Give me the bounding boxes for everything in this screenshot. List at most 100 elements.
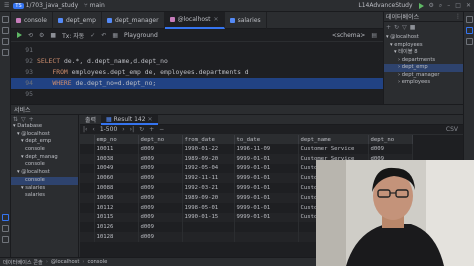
tab-result[interactable]: ▦ Result 142 ✕	[101, 114, 158, 125]
refresh-icon[interactable]: ↻	[394, 24, 399, 31]
table-cell[interactable]	[182, 232, 235, 242]
add-service-icon[interactable]: +	[29, 116, 34, 123]
commit-tool-icon[interactable]	[2, 27, 9, 34]
table-cell[interactable]: 10126	[94, 222, 139, 233]
table-cell[interactable]: 10128	[94, 232, 139, 242]
table-cell[interactable]: 10112	[94, 202, 139, 213]
table-cell[interactable]: d009	[138, 173, 183, 184]
ai-assistant-icon[interactable]	[466, 38, 473, 45]
service-node[interactable]: ▾ dept_emp	[11, 138, 78, 146]
table-cell[interactable]: 10115	[94, 212, 139, 223]
close-tab-icon[interactable]: ✕	[147, 116, 152, 123]
tab-localhost[interactable]: @localhost ✕	[164, 11, 225, 29]
status-session[interactable]: console	[87, 259, 107, 265]
stop-icon[interactable]: ■	[410, 24, 416, 31]
table-cell[interactable]: 1996-11-09	[234, 144, 299, 154]
tree-node-table[interactable]: › departments	[384, 57, 463, 65]
console-selector-icon[interactable]: ▤	[371, 32, 377, 39]
run-config-selector[interactable]: L14AdvanceStudy	[358, 2, 412, 9]
table-cell[interactable]: 10038	[94, 153, 139, 164]
table-cell[interactable]: 9999-01-01	[234, 202, 299, 213]
table-cell[interactable]: 1990-01-15	[182, 212, 235, 223]
expand-icon[interactable]: ⇅	[13, 116, 18, 123]
table-cell[interactable]: Customer Service	[298, 144, 369, 154]
export-format-dropdown[interactable]: CSV	[446, 126, 458, 133]
close-icon[interactable]: ✕	[466, 2, 471, 9]
table-cell[interactable]: 10060	[94, 173, 139, 184]
status-datasource[interactable]: @localhost	[51, 259, 79, 265]
table-cell[interactable]: d009	[138, 144, 183, 154]
table-cell[interactable]: 1989-09-20	[182, 192, 235, 203]
playground-dropdown[interactable]: Playground	[124, 32, 158, 39]
next-page-icon[interactable]: ›	[122, 126, 124, 133]
tab-console[interactable]: console	[11, 11, 53, 29]
schema-dropdown[interactable]: <schema>	[332, 32, 366, 39]
execute-icon[interactable]	[17, 32, 22, 38]
table-cell[interactable]: 9999-01-01	[234, 212, 299, 223]
tab-output[interactable]: 출력	[80, 115, 101, 124]
service-node[interactable]: ▾ @localhost	[11, 131, 78, 139]
services-tool-icon[interactable]	[2, 214, 9, 221]
menu-icon[interactable]: ☰	[4, 2, 9, 9]
table-cell[interactable]: d009	[138, 153, 183, 164]
table-cell[interactable]: 10088	[94, 183, 139, 193]
history-icon[interactable]: ⟲	[28, 32, 33, 39]
table-cell[interactable]: 9999-01-01	[234, 153, 299, 164]
problems-tool-icon[interactable]	[2, 236, 9, 243]
tree-node-tables[interactable]: ▾ 테이블 8	[384, 49, 463, 57]
service-node[interactable]: ▾ Database	[11, 123, 78, 131]
notifications-icon[interactable]	[466, 16, 473, 23]
table-cell[interactable]: d009	[138, 222, 183, 233]
table-cell[interactable]: 1992-03-21	[182, 183, 235, 193]
column-header[interactable]: dept_name	[298, 135, 369, 144]
table-cell[interactable]: d009	[138, 232, 183, 242]
table-cell[interactable]: 10011	[94, 144, 139, 154]
tab-salaries[interactable]: salaries	[225, 11, 267, 29]
rollback-icon[interactable]: ↶	[101, 32, 106, 39]
service-node[interactable]: ▾ dept_manag	[11, 154, 78, 162]
check-icon[interactable]: ✓	[90, 32, 95, 39]
table-cell[interactable]: 9999-01-01	[234, 163, 299, 174]
table-cell[interactable]: d009	[138, 163, 183, 174]
pin-icon[interactable]: ▦	[112, 32, 118, 39]
table-row[interactable]: 10011 d009 1990-01-22 1996-11-09 Customer Se…	[80, 144, 413, 154]
more-options-icon[interactable]: ⋮	[455, 13, 461, 20]
add-row-icon[interactable]: +	[149, 126, 154, 133]
column-header[interactable]: to_date	[234, 135, 299, 144]
database-tool-icon[interactable]	[466, 27, 473, 34]
run-icon[interactable]	[418, 2, 424, 9]
status-console[interactable]: 데이터베이스 콘솔	[3, 259, 43, 266]
table-cell[interactable]: 1989-09-20	[182, 153, 235, 164]
settings-icon[interactable]: ⚙	[39, 32, 44, 39]
more-tools-icon[interactable]	[2, 49, 9, 56]
first-page-icon[interactable]: |‹	[83, 126, 87, 133]
table-cell[interactable]: d009	[138, 192, 183, 203]
minimize-icon[interactable]: –	[447, 2, 450, 9]
tree-node-table[interactable]: › dept_manager	[384, 72, 463, 80]
table-cell[interactable]: 9999-01-01	[234, 183, 299, 193]
search-icon[interactable]: ⌕	[439, 2, 442, 10]
column-header[interactable]: emp_no	[94, 135, 139, 144]
table-cell[interactable]: 1998-05-01	[182, 202, 235, 213]
tree-node-table-selected[interactable]: › dept_emp	[384, 64, 463, 72]
project-selector[interactable]: 1/703_java_study	[26, 2, 79, 9]
debug-icon[interactable]: ⚙	[429, 2, 434, 9]
table-cell[interactable]	[234, 222, 299, 233]
tree-node-schema[interactable]: ▾ employees	[384, 42, 463, 50]
table-cell[interactable]: d009	[138, 183, 183, 193]
filter-icon[interactable]: ▽	[21, 116, 26, 123]
service-node[interactable]: console	[11, 161, 78, 169]
prev-page-icon[interactable]: ‹	[92, 126, 94, 133]
project-tool-icon[interactable]	[2, 16, 9, 23]
table-cell[interactable]: 9999-01-01	[234, 173, 299, 184]
table-cell[interactable]: 1990-01-22	[182, 144, 235, 154]
table-cell[interactable]: 1992-11-11	[182, 173, 235, 184]
add-icon[interactable]: +	[386, 24, 391, 31]
tx-mode-dropdown[interactable]: Tx: 자동	[62, 31, 84, 40]
table-cell[interactable]: 9999-01-01	[234, 192, 299, 203]
filter-icon[interactable]: ▽	[402, 24, 407, 31]
tree-node-localhost[interactable]: ▾ @localhost	[384, 34, 463, 42]
structure-tool-icon[interactable]	[2, 38, 9, 45]
service-node[interactable]: console	[11, 146, 78, 154]
branch-selector[interactable]: main	[90, 2, 105, 9]
